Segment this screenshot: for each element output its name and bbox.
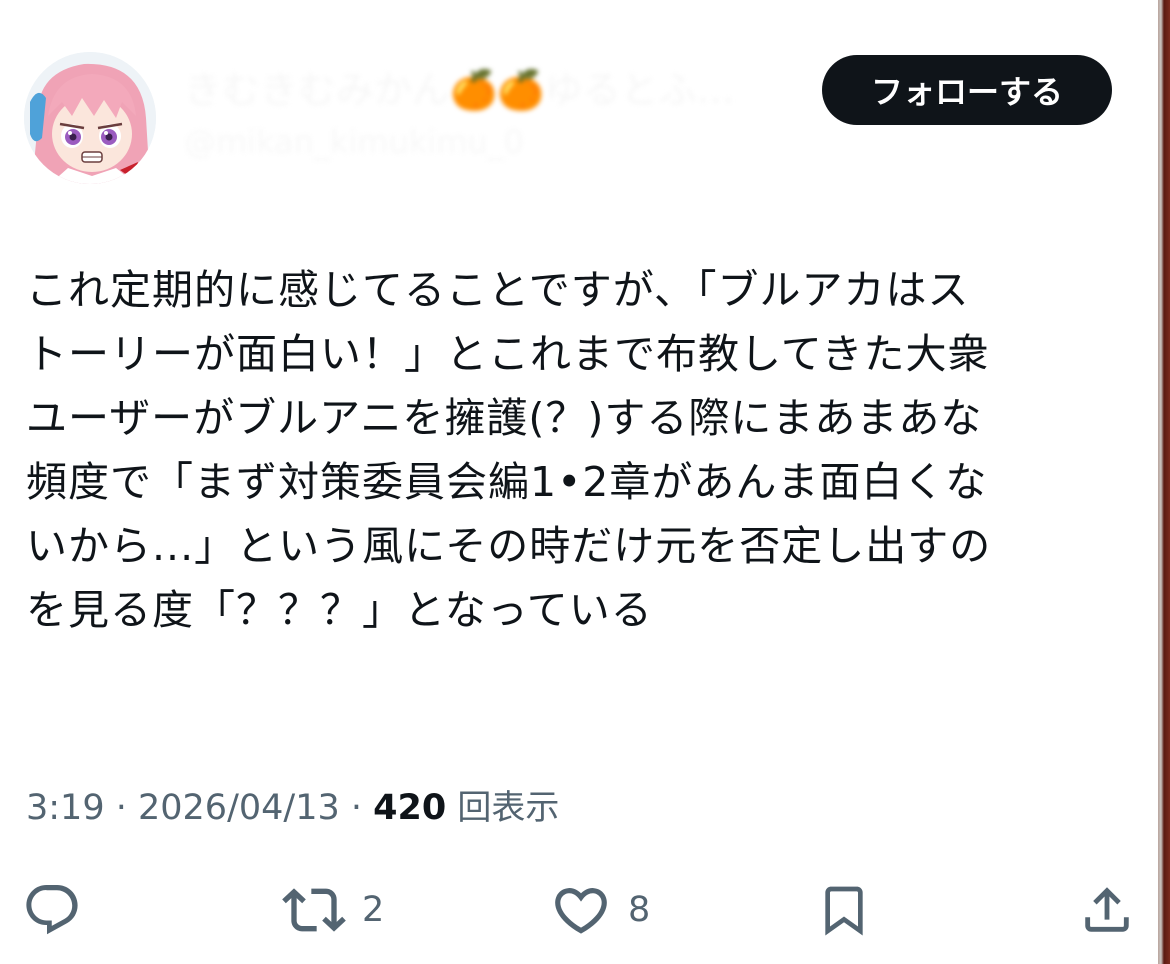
views-count: 420 [373,788,447,828]
author-handle[interactable]: @mikan_kimukimu_0 [184,120,784,164]
retweet-button[interactable]: 2 [282,878,384,942]
tweet-date[interactable]: 2026/04/13 [138,788,340,828]
retweet-count: 2 [362,890,385,930]
author-info[interactable]: きむきむみかん🍊🍊ゆるとふ… @mikan_kimukimu_0 [184,66,784,176]
meta-separator: · [339,788,374,828]
tweet-meta: 3:19 · 2026/04/13 · 420 回表示 [26,780,559,836]
like-button[interactable]: 8 [550,878,650,942]
reply-icon [26,885,78,935]
heart-icon [555,888,607,934]
avatar[interactable] [24,52,156,184]
tweet-time[interactable]: 3:19 [26,788,105,828]
bookmark-button[interactable] [816,878,872,942]
window-edge [1158,0,1170,964]
bookmark-icon [825,886,863,936]
share-button[interactable] [1078,878,1136,942]
reply-button[interactable] [22,878,82,942]
tweet-text: これ定期的に感じてることですが、「ブルアカはス トーリーが面白い！」とこれまで布… [26,266,992,634]
meta-separator: · [104,788,138,828]
avatar-image [24,52,156,184]
retweet-icon [282,888,346,932]
views-label: 回表示 [457,788,560,828]
like-count: 8 [628,890,651,930]
share-icon [1085,887,1129,932]
follow-button[interactable]: フォローする [822,55,1112,125]
author-display-name[interactable]: きむきむみかん🍊🍊ゆるとふ… [184,66,784,114]
